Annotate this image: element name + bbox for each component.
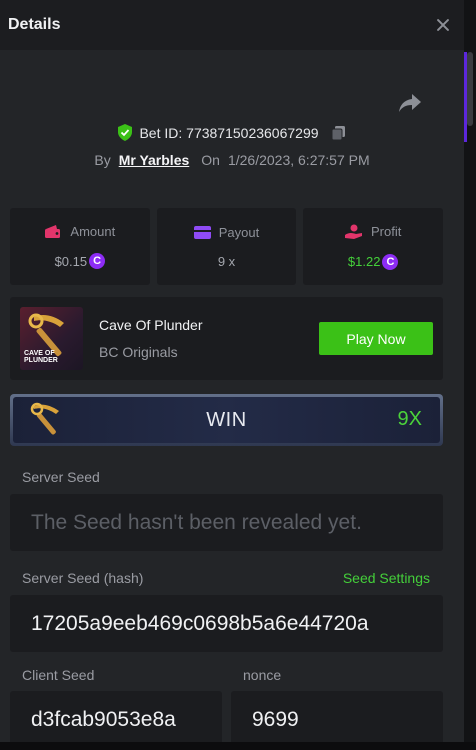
stat-profit-value: $1.22 [347, 254, 381, 269]
result-banner: WIN 9X [10, 394, 443, 446]
stat-payout: Payout 9 x [156, 208, 297, 285]
bet-id: Bet ID: 77387150236067299 [139, 124, 319, 141]
stat-amount-value: $0.15 [54, 253, 88, 269]
stat-amount-label: Amount [70, 224, 116, 239]
by-label: By [94, 152, 111, 168]
bet-timestamp: 1/26/2023, 6:27:57 PM [227, 152, 370, 168]
panel-title: Details [8, 16, 61, 33]
stat-amount: Amount $0.15 C [10, 208, 150, 285]
stat-payout-label: Payout [218, 224, 260, 240]
stat-profit-label: Profit [371, 224, 402, 239]
play-now-button[interactable]: Play Now [319, 322, 433, 355]
on-label: On [201, 152, 220, 168]
bet-id-row: Bet ID: 77387150236067299 [0, 124, 464, 141]
coin-icon: C [382, 253, 399, 270]
nonce-field[interactable]: 9699 [231, 691, 443, 742]
game-card: CAVE OF PLUNDER Cave Of Plunder BC Origi… [10, 297, 443, 380]
coin-icon: C [89, 253, 106, 269]
user-link[interactable]: Mr Yarbles [119, 152, 190, 168]
nonce-label: nonce [243, 667, 282, 683]
game-thumbnail-text: CAVE OF PLUNDER [24, 350, 58, 364]
shield-check-icon [118, 124, 133, 141]
result-multiplier: 9X [397, 408, 422, 430]
server-seed-hash-label: Server Seed (hash) [22, 570, 144, 586]
client-seed-label: Client Seed [22, 667, 95, 683]
scrollbar-thumb[interactable] [467, 52, 473, 126]
game-provider: BC Originals [99, 344, 178, 360]
hand-coin-icon [345, 224, 362, 239]
game-thumbnail[interactable]: CAVE OF PLUNDER [20, 307, 83, 370]
bet-stats: Amount $0.15 C Payout 9 x Profit $1.22 C [10, 208, 444, 285]
bottom-edge [0, 742, 476, 750]
server-seed-hash-field[interactable]: 17205a9eeb469c0698b5a6e44720a [10, 595, 443, 652]
wallet-icon [45, 224, 61, 238]
bet-details-panel: Details Bet ID: 77387150236067299 By Mr … [0, 0, 464, 742]
bet-meta-row: By Mr Yarbles On 1/26/2023, 6:27:57 PM [0, 152, 464, 168]
client-seed-field[interactable]: d3fcab9053e8a [10, 691, 222, 742]
result-label: WIN [206, 409, 247, 431]
stat-profit: Profit $1.22 C [303, 208, 444, 285]
stat-payout-value: 9 x [217, 253, 236, 269]
card-icon [193, 225, 211, 239]
share-icon[interactable] [398, 92, 422, 114]
close-icon[interactable] [432, 14, 454, 36]
game-name: Cave Of Plunder [99, 317, 203, 333]
server-seed-label: Server Seed [22, 469, 100, 485]
seed-settings-link[interactable]: Seed Settings [343, 570, 430, 586]
copy-icon[interactable] [331, 125, 347, 141]
panel-header: Details [0, 0, 464, 50]
server-seed-field: The Seed hasn't been revealed yet. [10, 494, 443, 551]
